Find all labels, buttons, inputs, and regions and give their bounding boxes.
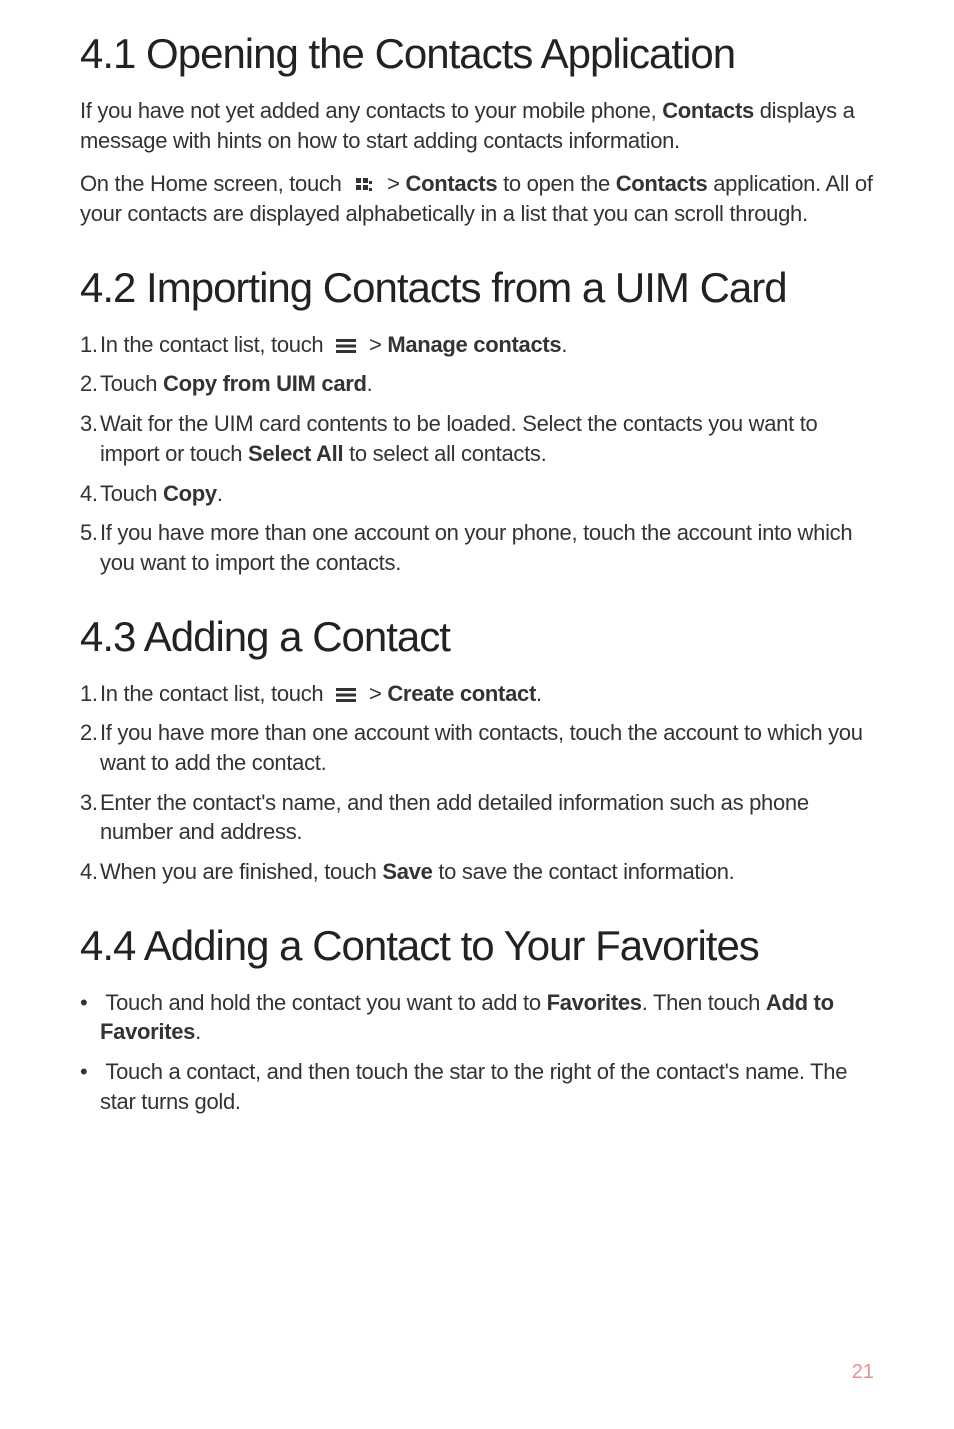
text: .: [536, 681, 542, 706]
list-number: 2.: [80, 718, 100, 748]
list-number: 4.: [80, 857, 100, 887]
text: .: [217, 481, 223, 506]
ordered-list: 1. In the contact list, touch > Create c…: [80, 679, 874, 887]
text: In the contact list, touch: [100, 332, 329, 357]
bullet-list: Touch and hold the contact you want to a…: [80, 988, 874, 1117]
bold-text: Select All: [248, 441, 343, 466]
list-item: 4. Touch Copy.: [80, 479, 874, 509]
text: to select all contacts.: [343, 441, 546, 466]
text: Enter the contact's name, and then add d…: [100, 790, 809, 845]
text: >: [363, 332, 387, 357]
list-item: 3. Enter the contact's name, and then ad…: [80, 788, 874, 847]
ordered-list: 1. In the contact list, touch > Manage c…: [80, 330, 874, 578]
bold-text: Copy: [163, 481, 217, 506]
list-item: 2. If you have more than one account wit…: [80, 718, 874, 777]
section-heading-4-4: 4.4 Adding a Contact to Your Favorites: [80, 922, 874, 970]
text: .: [195, 1019, 201, 1044]
list-item: Touch a contact, and then touch the star…: [80, 1057, 874, 1116]
list-number: 1.: [80, 330, 100, 360]
section-heading-4-3: 4.3 Adding a Contact: [80, 613, 874, 661]
list-number: 5.: [80, 518, 100, 548]
bold-text: Contacts: [662, 98, 754, 123]
list-number: 2.: [80, 369, 100, 399]
text: If you have more than one account on you…: [100, 520, 852, 575]
text: to open the: [497, 171, 615, 196]
list-item: Touch and hold the contact you want to a…: [80, 988, 874, 1047]
menu-list-icon: [329, 687, 363, 703]
text: Touch and hold the contact you want to a…: [105, 990, 546, 1015]
menu-list-icon: [329, 338, 363, 354]
list-number: 1.: [80, 679, 100, 709]
section-heading-4-1: 4.1 Opening the Contacts Application: [80, 30, 874, 78]
text: to save the contact information.: [433, 859, 735, 884]
list-number: 3.: [80, 788, 100, 818]
list-number: 3.: [80, 409, 100, 439]
list-item: 4. When you are finished, touch Save to …: [80, 857, 874, 887]
bold-text: Create contact: [387, 681, 536, 706]
text: .: [367, 371, 373, 396]
text: Touch: [100, 371, 163, 396]
text: . Then touch: [642, 990, 766, 1015]
paragraph: If you have not yet added any contacts t…: [80, 96, 874, 155]
text: Touch a contact, and then touch the star…: [100, 1059, 847, 1114]
bold-text: Contacts: [616, 171, 708, 196]
apps-grid-icon: [347, 176, 381, 196]
section-heading-4-2: 4.2 Importing Contacts from a UIM Card: [80, 264, 874, 312]
list-item: 5. If you have more than one account on …: [80, 518, 874, 577]
list-item: 2. Touch Copy from UIM card.: [80, 369, 874, 399]
text: If you have not yet added any contacts t…: [80, 98, 662, 123]
text: If you have more than one account with c…: [100, 720, 863, 775]
text: >: [381, 171, 405, 196]
text: Touch: [100, 481, 163, 506]
text: In the contact list, touch: [100, 681, 329, 706]
bold-text: Favorites: [547, 990, 642, 1015]
list-item: 1. In the contact list, touch > Create c…: [80, 679, 874, 709]
list-item: 3. Wait for the UIM card contents to be …: [80, 409, 874, 468]
text: >: [363, 681, 387, 706]
text: When you are finished, touch: [100, 859, 382, 884]
text: .: [561, 332, 567, 357]
page-number: 21: [852, 1361, 874, 1384]
bold-text: Save: [382, 859, 432, 884]
text: On the Home screen, touch: [80, 171, 347, 196]
bold-text: Contacts: [406, 171, 498, 196]
bold-text: Copy from UIM card: [163, 371, 367, 396]
paragraph: On the Home screen, touch > Contacts to …: [80, 169, 874, 228]
bold-text: Manage contacts: [387, 332, 561, 357]
list-item: 1. In the contact list, touch > Manage c…: [80, 330, 874, 360]
list-number: 4.: [80, 479, 100, 509]
